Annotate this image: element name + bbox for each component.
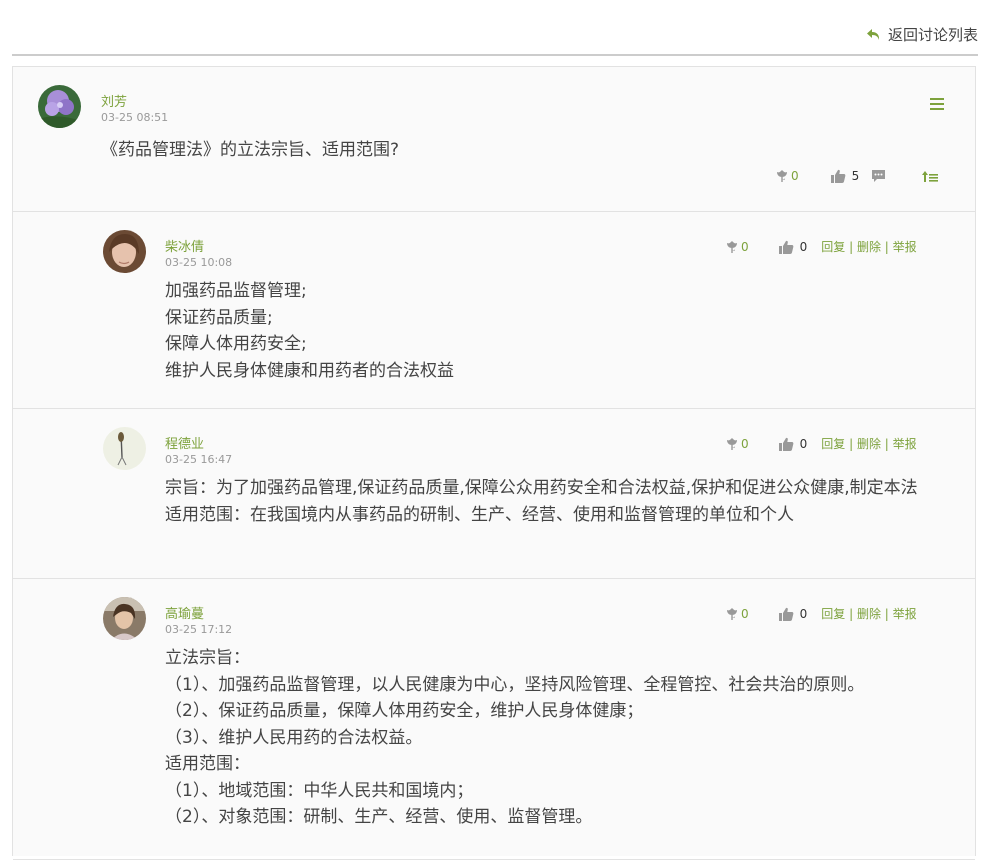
avatar[interactable]: [38, 85, 81, 128]
reply-time: 03-25 10:08: [165, 256, 233, 269]
content-line: （2）、保证药品质量，保障人体用药安全，维护人民身体健康；: [165, 701, 644, 721]
avatar[interactable]: [103, 597, 146, 640]
link-separator: |: [880, 240, 893, 254]
reply-content: 立法宗旨： （1）、加强药品监督管理，以人民健康为中心，坚持风险管理、全程管控、…: [165, 645, 955, 831]
flower-button[interactable]: 0: [725, 607, 749, 621]
reply-author[interactable]: 高瑜蔓: [165, 603, 204, 622]
link-separator: |: [845, 437, 857, 451]
flower-count: 0: [791, 169, 799, 183]
topbar: 返回讨论列表: [12, 0, 978, 56]
like-count: 0: [799, 239, 808, 254]
delete-link[interactable]: 删除: [857, 437, 881, 451]
pin-top-icon: [922, 170, 939, 182]
flower-icon: [777, 170, 787, 182]
menu-icon[interactable]: [930, 98, 944, 110]
avatar[interactable]: [103, 427, 146, 470]
report-link[interactable]: 举报: [893, 437, 917, 451]
content-line: 宗旨：为了加强药品管理,保证药品质量,保障公众用药安全和合法权益,保护和促进公众…: [165, 478, 918, 498]
reply-content: 宗旨：为了加强药品管理,保证药品质量,保障公众用药安全和合法权益,保护和促进公众…: [165, 475, 955, 528]
flower-icon: [727, 437, 737, 450]
content-line: 适用范围：在我国境内从事药品的研制、生产、经营、使用和监督管理的单位和个人: [165, 504, 794, 525]
content-line: （3）、维护人民用药的合法权益。: [165, 727, 423, 748]
report-link[interactable]: 举报: [893, 240, 917, 254]
reply-links: 回复 | 删除 | 举报: [821, 605, 916, 622]
like-count: 0: [799, 606, 808, 621]
content-line: 维护人民身体健康和用药者的合法权益: [165, 360, 454, 381]
content-line: （1）、加强药品监督管理，以人民健康为中心，坚持风险管理、全程管控、社会共治的原…: [165, 674, 865, 695]
flower-icon: [727, 240, 737, 253]
reply-links: 回复 | 删除 | 举报: [821, 238, 916, 255]
report-link[interactable]: 举报: [893, 607, 917, 621]
reply-actions: 0 0 回复 | 删除 | 举报: [725, 605, 917, 622]
like-button[interactable]: 0: [778, 606, 808, 621]
reply-actions: 0 0 回复 | 删除 | 举报: [725, 435, 917, 452]
back-to-list-label: 返回讨论列表: [887, 26, 978, 44]
avatar[interactable]: [103, 230, 146, 273]
reply-link[interactable]: 回复: [821, 607, 845, 621]
content-line: 立法宗旨：: [165, 648, 250, 668]
content-line: 保证药品质量;: [165, 307, 273, 328]
back-arrow-icon: [866, 28, 880, 40]
delete-link[interactable]: 删除: [857, 240, 881, 254]
flower-count: 0: [741, 239, 749, 254]
comment-button[interactable]: [871, 169, 886, 183]
content-line: （1）、地域范围：中华人民共和国境内；: [165, 780, 474, 801]
reply-item: 程德业 03-25 16:47 0 0 回复 | 删除 | 举报 宗旨：为了加强…: [13, 409, 975, 579]
reply-author[interactable]: 柴冰倩: [165, 236, 204, 255]
reply-time: 03-25 16:47: [165, 453, 233, 466]
thumbs-up-icon: [778, 437, 794, 451]
reply-item: 柴冰倩 03-25 10:08 0 0 回复 | 删除 | 举报 加强药品监督管…: [13, 212, 975, 409]
thumbs-up-icon: [778, 607, 794, 621]
flower-count: 0: [741, 436, 749, 451]
reply-link[interactable]: 回复: [821, 437, 845, 451]
like-count: 5: [851, 169, 860, 183]
flower-button[interactable]: 0: [725, 437, 749, 451]
reply-link[interactable]: 回复: [821, 240, 845, 254]
reply-actions: 0 0 回复 | 删除 | 举报: [725, 238, 917, 255]
comment-icon: [872, 170, 886, 182]
like-button[interactable]: 0: [778, 436, 808, 451]
flower-count: 0: [741, 606, 749, 621]
link-separator: |: [845, 607, 857, 621]
reply-item: 高瑜蔓 03-25 17:12 0 0 回复 | 删除 | 举报 立法宗旨： （…: [13, 579, 975, 860]
link-separator: |: [845, 240, 857, 254]
post-actions: 0 5: [775, 169, 939, 183]
thumbs-up-icon: [830, 169, 846, 183]
reply-author[interactable]: 程德业: [165, 433, 204, 452]
like-button[interactable]: 0: [778, 239, 808, 254]
back-to-list-link[interactable]: 返回讨论列表: [866, 24, 978, 45]
link-separator: |: [880, 437, 893, 451]
thumbs-up-icon: [778, 240, 794, 254]
content-line: 加强药品监督管理;: [165, 281, 307, 301]
reply-time: 03-25 17:12: [165, 623, 233, 636]
post-content: 《药品管理法》的立法宗旨、适用范围?: [101, 140, 400, 160]
post-author[interactable]: 刘芳: [101, 91, 127, 110]
reply-links: 回复 | 删除 | 举报: [821, 435, 916, 452]
content-line: 适用范围：: [165, 754, 250, 774]
main-post: 刘芳 03-25 08:51 《药品管理法》的立法宗旨、适用范围? 0 5: [13, 67, 975, 212]
flower-button[interactable]: 0: [725, 240, 749, 254]
delete-link[interactable]: 删除: [857, 607, 881, 621]
discussion-thread: 刘芳 03-25 08:51 《药品管理法》的立法宗旨、适用范围? 0 5 柴冰…: [12, 66, 976, 860]
flower-icon: [727, 607, 737, 620]
like-count: 0: [799, 436, 808, 451]
flower-button[interactable]: 0: [775, 169, 799, 183]
content-line: 保障人体用药安全;: [165, 334, 307, 354]
pin-top-button[interactable]: [922, 170, 939, 183]
link-separator: |: [880, 607, 893, 621]
reply-content: 加强药品监督管理; 保证药品质量; 保障人体用药安全; 维护人民身体健康和用药者…: [165, 278, 955, 384]
like-button[interactable]: 5: [830, 169, 860, 183]
content-line: （2）、对象范围：研制、生产、经营、使用、监督管理。: [165, 807, 593, 827]
post-time: 03-25 08:51: [101, 111, 169, 124]
